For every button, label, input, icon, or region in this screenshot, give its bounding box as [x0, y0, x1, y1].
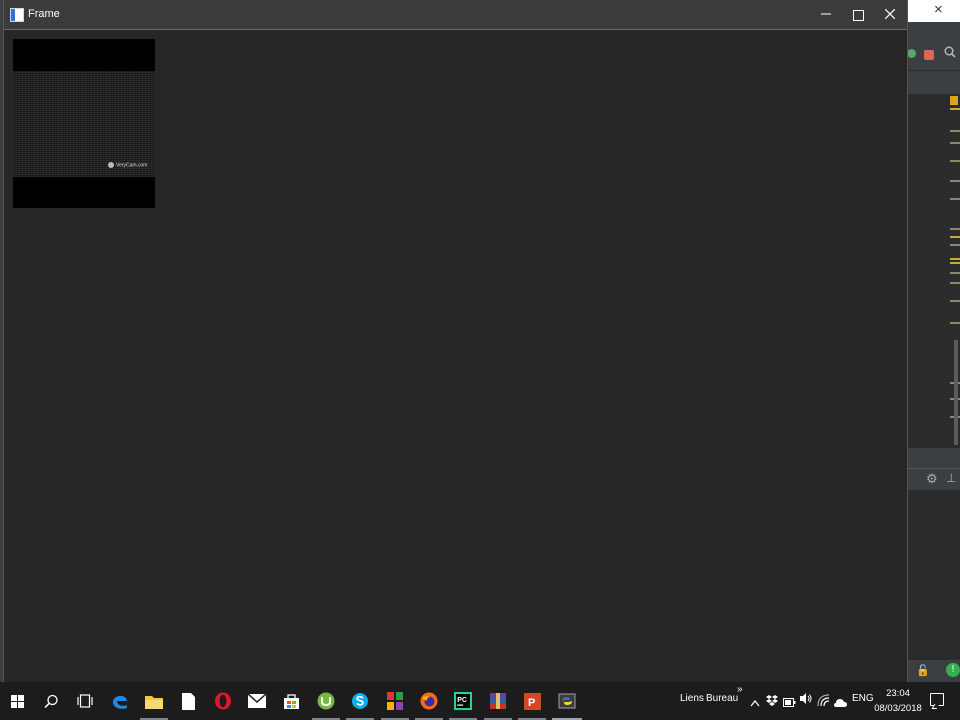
frame-content: VeryCam.com [4, 30, 907, 682]
taskbar-app-powerpoint[interactable]: P [515, 682, 549, 720]
start-button[interactable] [0, 682, 34, 720]
toolbar-bureau[interactable]: Bureau [706, 693, 738, 704]
error-stripe-marker[interactable] [950, 236, 960, 238]
error-stripe-marker[interactable] [950, 108, 960, 110]
python-icon [558, 693, 576, 709]
ide-editor[interactable] [906, 94, 960, 448]
search-button[interactable] [34, 682, 68, 720]
error-stripe-marker[interactable] [950, 160, 960, 162]
search-icon [43, 694, 58, 708]
window-title: Frame [28, 8, 60, 20]
taskbar-app-opera[interactable] [206, 682, 240, 720]
error-stripe-marker[interactable] [950, 180, 960, 182]
taskbar-app-utorrent[interactable] [309, 682, 343, 720]
task-view-icon [77, 694, 93, 708]
error-stripe-marker[interactable] [950, 228, 960, 230]
taskbar-app-firefox[interactable] [412, 682, 446, 720]
error-stripe-marker[interactable] [950, 262, 960, 264]
ide-tool-tabbar: ⚙ ⊥ [906, 468, 960, 491]
ide-statusbar: 🔓 ! [906, 660, 960, 682]
edge-icon [113, 695, 127, 709]
frame-titlebar[interactable]: Frame [4, 0, 907, 30]
ide-toolbar [906, 22, 960, 71]
svg-text:P: P [528, 697, 535, 709]
app-window-icon [10, 8, 24, 22]
taskbar-app-mail[interactable] [240, 682, 274, 720]
error-stripe-marker[interactable] [950, 322, 960, 324]
volume-icon[interactable] [799, 692, 812, 710]
frame-window: Frame VeryCam.com [3, 0, 908, 682]
opera-icon [215, 692, 231, 710]
winrar-icon [490, 693, 506, 709]
store-icon [283, 693, 299, 709]
ide-titlebar: × [906, 0, 960, 22]
git-icon[interactable]: ! [946, 663, 960, 677]
watermark-logo-icon [108, 162, 114, 168]
clock-date: 08/03/2018 [874, 703, 922, 714]
battery-icon[interactable] [783, 694, 796, 712]
video-preview: VeryCam.com [13, 39, 155, 208]
warning-marker[interactable] [950, 96, 958, 105]
gear-icon[interactable]: ⚙ [926, 471, 938, 487]
taskbar-app-file-explorer[interactable] [137, 682, 171, 720]
error-stripe-marker[interactable] [950, 142, 960, 144]
clock-time: 23:04 [886, 688, 910, 699]
error-stripe-marker[interactable] [950, 198, 960, 200]
maximize-button[interactable] [842, 0, 874, 29]
onedrive-icon[interactable] [834, 694, 847, 712]
skype-icon [352, 693, 368, 709]
video-static: VeryCam.com [13, 71, 155, 177]
pycharm-icon: PC [454, 692, 472, 710]
minimize-button[interactable] [810, 0, 842, 29]
firefox-icon [420, 692, 438, 710]
hide-panel-icon[interactable]: ⊥ [946, 471, 956, 485]
error-stripe-marker[interactable] [950, 258, 960, 260]
debug-icon[interactable] [907, 49, 916, 58]
taskbar-app-document[interactable] [171, 682, 205, 720]
document-icon [181, 692, 195, 710]
stop-icon[interactable] [924, 50, 934, 60]
svg-text:PC: PC [457, 697, 467, 704]
mail-icon [248, 694, 266, 708]
taskbar-app-winrar-like[interactable] [378, 682, 412, 720]
error-stripe-marker[interactable] [950, 272, 960, 274]
utorrent-icon [317, 692, 335, 710]
error-stripe-marker[interactable] [950, 282, 960, 284]
task-view-button[interactable] [68, 682, 102, 720]
taskbar-app-winrar[interactable] [481, 682, 515, 720]
taskbar-app-python[interactable] [550, 682, 584, 720]
close-button[interactable] [874, 0, 906, 29]
taskbar-app-pycharm[interactable]: PC [446, 682, 480, 720]
show-hidden-icons-chevron-icon[interactable] [750, 694, 760, 712]
taskbar: PC P Liens Bureau » ENG 23:04 08/03/2018 [0, 682, 960, 720]
ide-close-button[interactable]: × [934, 1, 943, 18]
lock-icon[interactable]: 🔓 [916, 664, 930, 677]
language-indicator[interactable]: ENG [852, 693, 874, 704]
folder-icon [145, 695, 163, 709]
action-center-icon[interactable] [930, 693, 944, 706]
error-stripe-marker[interactable] [950, 300, 960, 302]
dropbox-icon[interactable] [766, 693, 778, 711]
app-grid-icon [387, 692, 403, 710]
watermark: VeryCam.com [108, 162, 147, 168]
taskbar-app-skype[interactable] [343, 682, 377, 720]
taskbar-app-store[interactable] [274, 682, 308, 720]
windows-logo-icon [10, 694, 24, 708]
taskbar-app-edge[interactable] [103, 682, 137, 720]
search-icon[interactable] [944, 46, 956, 61]
ide-tool-panel [906, 490, 960, 660]
clock[interactable]: 23:04 08/03/2018 [872, 686, 924, 716]
toolbar-liens[interactable]: Liens [680, 693, 704, 704]
toolbar-overflow-chevron[interactable]: » [737, 684, 743, 695]
watermark-text: VeryCam.com [116, 162, 148, 169]
ide-scrollbar[interactable] [954, 340, 958, 445]
error-stripe-marker[interactable] [950, 130, 960, 132]
maximize-icon [852, 9, 864, 21]
wifi-icon[interactable] [817, 693, 830, 711]
error-stripe-marker[interactable] [950, 244, 960, 246]
powerpoint-icon: P [523, 692, 541, 710]
